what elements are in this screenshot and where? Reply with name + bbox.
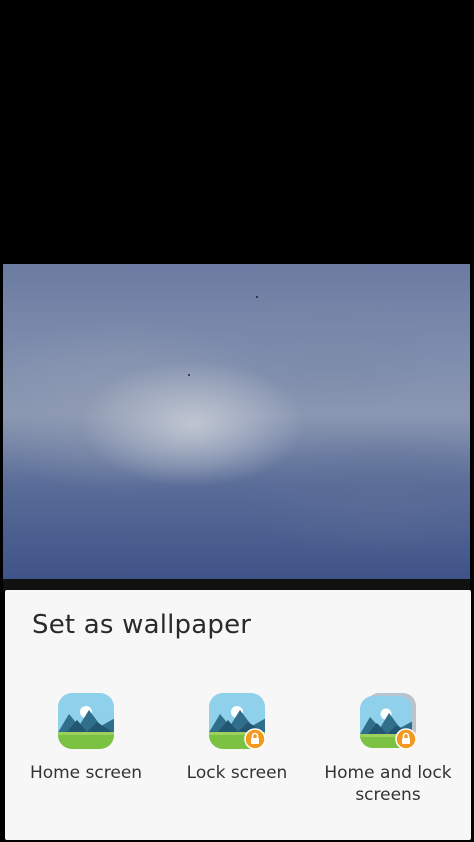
landscape-lock-icon [208,692,266,750]
landscape-stack-lock-icon [359,692,417,750]
lock-icon [244,728,266,750]
preview-bottom-band [3,579,470,590]
bird-dot [188,374,190,376]
landscape-icon [57,692,115,750]
lock-screen-option[interactable]: Lock screen [162,692,312,784]
wallpaper-preview-screen: Set as wallpaper Home screen Lock screen… [0,0,474,842]
lock-icon [395,728,417,750]
lock-screen-label: Lock screen [186,763,288,783]
bird-dot [256,296,258,298]
home-and-lock-screens-label: Home and lock screens [324,763,452,805]
set-wallpaper-sheet: Set as wallpaper Home screen Lock screen… [5,590,471,840]
home-screen-option[interactable]: Home screen [11,692,161,784]
home-and-lock-screens-option[interactable]: Home and lock screens [313,692,463,806]
home-screen-label: Home screen [29,763,143,783]
sheet-title: Set as wallpaper [32,610,252,640]
wallpaper-preview-image [3,264,470,579]
